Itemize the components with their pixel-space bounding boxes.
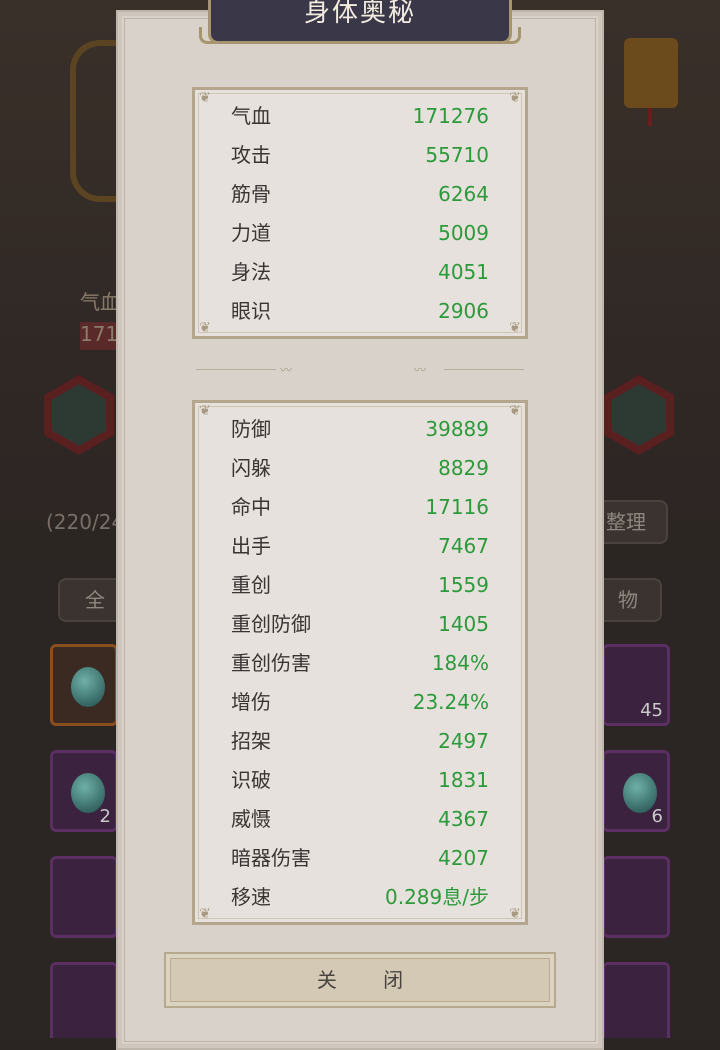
stat-value: 171276 xyxy=(412,104,489,128)
item-count: 6 xyxy=(651,806,663,827)
bg-hp-label: 气血 xyxy=(80,290,120,314)
stat-value: 4367 xyxy=(438,807,489,831)
bag-slot[interactable]: 2 xyxy=(50,750,118,832)
stat-value: 2497 xyxy=(438,729,489,753)
stat-label: 移速 xyxy=(231,885,271,909)
stat-value: 1831 xyxy=(438,768,489,792)
stat-row: 识破 1831 xyxy=(231,761,489,800)
stat-value: 1405 xyxy=(438,612,489,636)
item-count: 2 xyxy=(99,806,111,827)
ornament-divider: 〰 〰 xyxy=(196,363,524,377)
stat-label: 识破 xyxy=(231,768,271,792)
stat-label: 重创防御 xyxy=(231,612,311,636)
bag-slot[interactable] xyxy=(602,962,670,1038)
stat-value: 4207 xyxy=(438,846,489,870)
stat-label: 命中 xyxy=(231,495,271,519)
stat-value: 17116 xyxy=(425,495,489,519)
stat-value: 23.24% xyxy=(412,690,489,714)
stat-row: 闪躲 8829 xyxy=(231,449,489,488)
item-count: 45 xyxy=(640,700,663,721)
stat-label: 暗器伤害 xyxy=(231,846,311,870)
secondary-stats-panel: ❦ ❦ ❦ ❦ 防御 39889 闪躲 8829 命中 17116 出手 7467 重创… xyxy=(192,400,528,925)
stat-row: 身法 4051 xyxy=(231,253,489,292)
corner-ornament-icon: ❦ xyxy=(509,320,521,336)
stat-row: 命中 17116 xyxy=(231,488,489,527)
modal-title: 身体奥秘 xyxy=(303,0,416,28)
stat-label: 眼识 xyxy=(231,299,271,323)
stat-value: 2906 xyxy=(438,299,489,323)
stat-label: 增伤 xyxy=(231,690,271,714)
equipment-slot-hex-left[interactable] xyxy=(44,375,114,455)
stat-row: 暗器伤害 4207 xyxy=(231,839,489,878)
stat-row: 眼识 2906 xyxy=(231,292,489,331)
primary-stats-panel: ❦ ❦ ❦ ❦ 气血 171276 攻击 55710 筋骨 6264 力道 5009 身… xyxy=(192,87,528,339)
medal-icon[interactable] xyxy=(624,38,678,126)
stat-row: 筋骨 6264 xyxy=(231,175,489,214)
stat-row: 攻击 55710 xyxy=(231,136,489,175)
bag-slot[interactable] xyxy=(50,644,118,726)
stat-value: 6264 xyxy=(438,182,489,206)
corner-ornament-icon: ❦ xyxy=(509,906,521,922)
stat-row: 重创 1559 xyxy=(231,566,489,605)
stat-row: 重创伤害 184% xyxy=(231,644,489,683)
stat-value: 8829 xyxy=(438,456,489,480)
gem-icon xyxy=(71,667,105,707)
bag-slot[interactable]: 6 xyxy=(602,750,670,832)
scroll-ornament-icon: 〰 xyxy=(280,363,293,377)
stat-row: 重创防御 1405 xyxy=(231,605,489,644)
stat-value: 39889 xyxy=(425,417,489,441)
stat-row: 气血 171276 xyxy=(231,97,489,136)
stat-label: 出手 xyxy=(231,534,271,558)
corner-ornament-icon: ❦ xyxy=(509,403,521,419)
stat-row: 增伤 23.24% xyxy=(231,683,489,722)
equipment-slot-hex-right[interactable] xyxy=(604,375,674,455)
scroll-ornament-icon: 〰 xyxy=(414,363,427,377)
bag-slot[interactable] xyxy=(602,856,670,938)
stat-label: 重创伤害 xyxy=(231,651,311,675)
stat-row: 招架 2497 xyxy=(231,722,489,761)
corner-ornament-icon: ❦ xyxy=(199,906,211,922)
bag-slot[interactable] xyxy=(50,856,118,938)
corner-ornament-icon: ❦ xyxy=(199,403,211,419)
stat-label: 力道 xyxy=(231,221,271,245)
stat-label: 招架 xyxy=(231,729,271,753)
stat-label: 筋骨 xyxy=(231,182,271,206)
stat-row: 力道 5009 xyxy=(231,214,489,253)
filter-tab-items[interactable]: 物 xyxy=(594,578,662,622)
stat-label: 身法 xyxy=(231,260,271,284)
stat-label: 防御 xyxy=(231,417,271,441)
corner-ornament-icon: ❦ xyxy=(199,320,211,336)
stat-value: 55710 xyxy=(425,143,489,167)
stat-label: 闪躲 xyxy=(231,456,271,480)
modal-title-plate: 身体奥秘 xyxy=(199,0,521,44)
stat-row: 威慑 4367 xyxy=(231,800,489,839)
stat-label: 威慑 xyxy=(231,807,271,831)
bag-slot[interactable] xyxy=(50,962,118,1038)
stat-row: 出手 7467 xyxy=(231,527,489,566)
stat-value: 4051 xyxy=(438,260,489,284)
stat-row: 防御 39889 xyxy=(231,410,489,449)
stat-value: 0.289息/步 xyxy=(385,885,489,909)
corner-ornament-icon: ❦ xyxy=(509,90,521,106)
bag-capacity: (220/24 xyxy=(46,510,125,534)
stat-value: 184% xyxy=(431,651,489,675)
bag-slot[interactable]: 45 xyxy=(602,644,670,726)
close-button[interactable]: 关 闭 xyxy=(164,952,556,1008)
stat-label: 攻击 xyxy=(231,143,271,167)
stat-label: 气血 xyxy=(231,104,271,128)
stat-value: 5009 xyxy=(438,221,489,245)
stat-value: 7467 xyxy=(438,534,489,558)
stat-row: 移速 0.289息/步 xyxy=(231,878,489,917)
bg-hp-value: 171 xyxy=(80,322,119,346)
corner-ornament-icon: ❦ xyxy=(199,90,211,106)
stat-value: 1559 xyxy=(438,573,489,597)
stat-label: 重创 xyxy=(231,573,271,597)
